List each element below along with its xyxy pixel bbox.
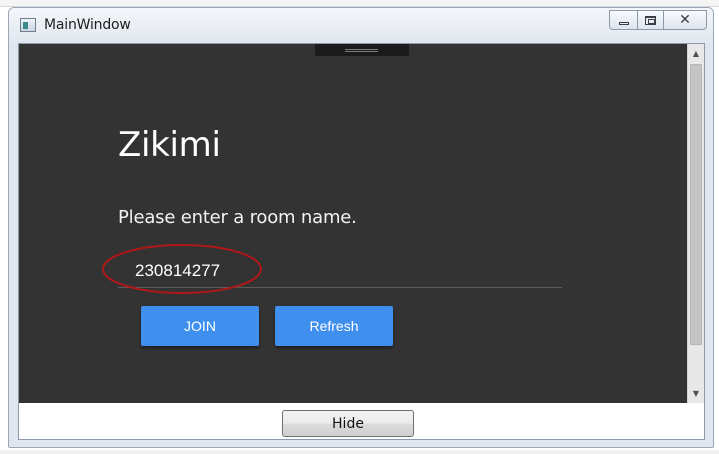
background-window-edge <box>0 0 719 7</box>
window-controls: ✕ <box>609 10 707 32</box>
app-title: Zikimi <box>118 125 221 165</box>
scroll-down-icon[interactable]: ▼ <box>688 385 704 401</box>
background-bottom-edge <box>0 450 719 454</box>
vertical-scrollbar[interactable]: ▲ ▼ <box>687 44 704 403</box>
room-name-input[interactable] <box>118 254 562 288</box>
minimize-icon <box>618 21 629 25</box>
restore-button[interactable] <box>637 10 663 30</box>
app-window-icon[interactable] <box>20 18 36 32</box>
join-button[interactable]: JOIN <box>141 306 259 346</box>
close-icon: ✕ <box>679 12 691 28</box>
window-title: MainWindow <box>44 17 131 33</box>
client-area: Zikimi Please enter a room name. JOIN Re… <box>18 43 705 440</box>
room-prompt-label: Please enter a room name. <box>118 207 357 228</box>
refresh-button[interactable]: Refresh <box>275 306 393 346</box>
restore-icon <box>645 15 656 25</box>
title-bar[interactable]: MainWindow ✕ <box>9 8 713 43</box>
desktop: MainWindow ✕ Zikimi Please enter a room … <box>0 0 719 454</box>
handle-grip-icon <box>345 49 378 52</box>
scrollbar-thumb[interactable] <box>690 64 702 345</box>
bottom-bar: Hide <box>19 403 704 439</box>
panel-drag-handle[interactable] <box>315 44 409 56</box>
content-panel: Zikimi Please enter a room name. JOIN Re… <box>19 44 687 403</box>
minimize-button[interactable] <box>609 10 637 30</box>
main-window: MainWindow ✕ Zikimi Please enter a room … <box>8 7 714 448</box>
hide-button[interactable]: Hide <box>282 410 414 437</box>
close-button[interactable]: ✕ <box>663 10 707 30</box>
scroll-up-icon[interactable]: ▲ <box>688 45 704 61</box>
